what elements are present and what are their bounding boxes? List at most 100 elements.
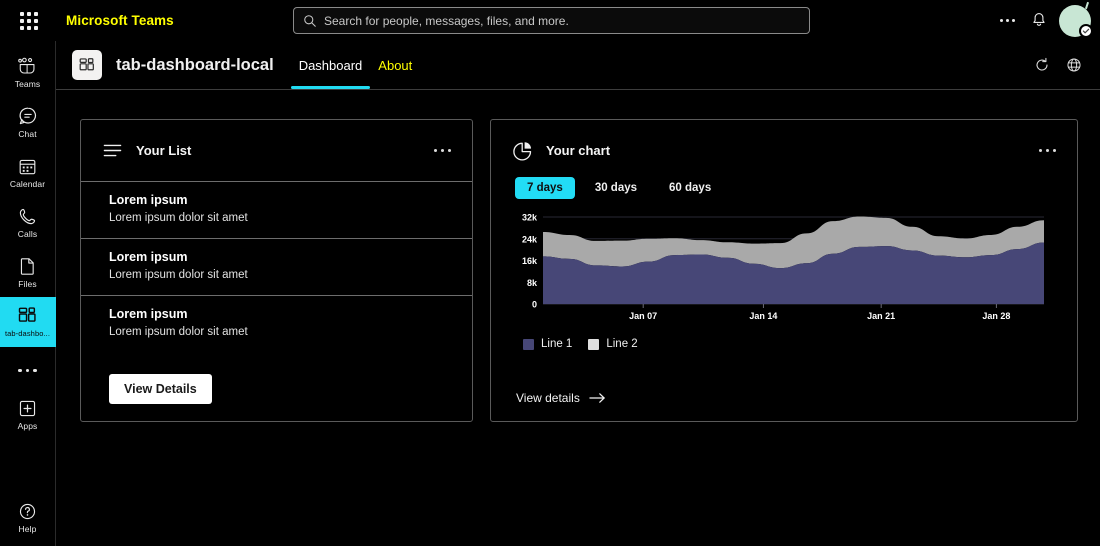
svg-text:Jan 07: Jan 07 (629, 311, 657, 321)
sidebar-item-calendar[interactable]: Calendar (0, 147, 56, 197)
svg-text:8k: 8k (527, 278, 538, 288)
svg-text:32k: 32k (522, 213, 538, 223)
sidebar-item-tab-dashboard-local[interactable]: tab-dashbo... (0, 297, 56, 347)
app-tile-icon (72, 50, 102, 80)
pie-chart-icon (513, 141, 535, 161)
calendar-icon (18, 155, 37, 177)
tab-bar: tab-dashboard-local Dashboard About (56, 41, 1100, 90)
sidebar-more-button[interactable] (0, 347, 56, 389)
tab-list: Dashboard About (290, 41, 421, 89)
left-rail: Teams Chat Calendar Calls Files tab-dash… (0, 41, 56, 546)
top-bar: Microsoft Teams Search for people, messa… (0, 0, 1100, 41)
top-bar-actions (991, 1, 1100, 38)
dashboard-main: Your List Lorem ipsum Lorem ipsum dolor … (56, 90, 1100, 546)
search-box[interactable]: Search for people, messages, files, and … (293, 7, 810, 34)
list-item[interactable]: Lorem ipsum Lorem ipsum dolor sit amet (81, 238, 472, 295)
list-item-title: Lorem ipsum (109, 307, 188, 321)
avatar[interactable] (1059, 1, 1093, 38)
arrow-right-icon (589, 393, 605, 403)
area-chart: 0 8k 16k 24k 32k Jan 07 Jan 14 Jan 21 Jan 28 (515, 211, 1044, 326)
chart-card-title: Your chart (546, 143, 611, 158)
sidebar-item-label: Calendar (9, 179, 46, 189)
body: Teams Chat Calendar Calls Files tab-dash… (0, 41, 1100, 546)
brand-title: Microsoft Teams (66, 13, 174, 28)
avatar-antenna (1084, 1, 1090, 9)
list-item-subtitle: Lorem ipsum dolor sit amet (109, 269, 248, 281)
range-30-days[interactable]: 30 days (583, 177, 649, 199)
calls-icon (18, 205, 37, 227)
chart-card-header: Your chart (491, 120, 1077, 181)
sidebar-item-label: Chat (18, 129, 37, 139)
chart-card-menu-button[interactable] (1037, 143, 1059, 159)
tab-dashboard[interactable]: Dashboard (290, 41, 371, 89)
legend-item-line-2[interactable]: Line 2 (588, 338, 638, 350)
ellipsis-icon (999, 19, 1015, 22)
view-details-link[interactable]: View details (515, 391, 606, 405)
sidebar-item-chat[interactable]: Chat (0, 97, 56, 147)
list-item-title: Lorem ipsum (109, 250, 188, 264)
more-options-button[interactable] (991, 5, 1023, 37)
presence-badge (1079, 23, 1093, 38)
svg-text:16k: 16k (522, 256, 538, 266)
range-7-days[interactable]: 7 days (515, 177, 575, 199)
list-card-header: Your List (81, 120, 472, 181)
ellipsis-icon (16, 359, 39, 377)
sidebar-item-teams[interactable]: Teams (0, 47, 56, 97)
teams-icon (17, 55, 39, 77)
chart-legend: Line 1 Line 2 (515, 338, 1063, 350)
sidebar-item-files[interactable]: Files (0, 247, 56, 297)
search-icon (304, 14, 316, 27)
refresh-button[interactable] (1028, 51, 1056, 79)
search-bar[interactable]: Search for people, messages, files, and … (293, 7, 810, 34)
sidebar-item-calls[interactable]: Calls (0, 197, 56, 247)
list-card-menu-button[interactable] (432, 143, 454, 159)
chart-body: 7 days 30 days 60 days 0 8k 16k 24k 32k Jan 0… (491, 177, 1077, 421)
list-item-title: Lorem ipsum (109, 193, 188, 207)
globe-icon (1067, 58, 1081, 72)
notifications-button[interactable] (1023, 5, 1055, 37)
list-items: Lorem ipsum Lorem ipsum dolor sit amet L… (81, 181, 472, 352)
list-item[interactable]: Lorem ipsum Lorem ipsum dolor sit amet (81, 181, 472, 238)
legend-swatch (588, 338, 600, 350)
content-area: tab-dashboard-local Dashboard About Your… (56, 41, 1100, 546)
list-item-subtitle: Lorem ipsum dolor sit amet (109, 212, 248, 224)
files-icon (19, 255, 36, 277)
list-card-footer: View Details (81, 374, 472, 421)
range-selector: 7 days 30 days 60 days (515, 177, 1063, 199)
view-details-label: View details (516, 391, 580, 405)
svg-text:Jan 14: Jan 14 (749, 311, 777, 321)
globe-button[interactable] (1060, 51, 1088, 79)
list-item[interactable]: Lorem ipsum Lorem ipsum dolor sit amet (81, 295, 472, 352)
check-icon (1082, 28, 1090, 33)
plus-square-icon (18, 397, 37, 419)
your-chart-card: Your chart 7 days 30 days 60 days 0 8k 16k… (490, 119, 1078, 422)
teams-app-window: Microsoft Teams Search for people, messa… (0, 0, 1100, 546)
page-title: tab-dashboard-local (116, 55, 274, 74)
app-tile-icon (17, 305, 38, 327)
svg-text:Jan 21: Jan 21 (867, 311, 895, 321)
range-60-days[interactable]: 60 days (657, 177, 723, 199)
search-input-placeholder: Search for people, messages, files, and … (324, 13, 569, 28)
list-card-title: Your List (136, 143, 192, 158)
area-chart-svg: 0 8k 16k 24k 32k Jan 07 Jan 14 Jan 21 Jan 28 (522, 213, 1044, 321)
list-item-subtitle: Lorem ipsum dolor sit amet (109, 326, 248, 338)
legend-swatch (523, 338, 534, 350)
legend-label: Line 2 (606, 338, 638, 350)
svg-text:24k: 24k (522, 234, 538, 244)
tab-about[interactable]: About (370, 41, 420, 89)
legend-label: Line 1 (541, 338, 573, 350)
legend-item-line-1[interactable]: Line 1 (523, 338, 572, 350)
sidebar-item-label: Files (18, 279, 37, 289)
sidebar-item-apps[interactable]: Apps (0, 389, 56, 439)
sidebar-item-label: tab-dashbo... (4, 329, 51, 338)
tab-bar-actions (1028, 51, 1100, 79)
chat-icon (18, 105, 38, 127)
sidebar-item-label: Help (18, 524, 37, 534)
bell-icon (1033, 13, 1045, 26)
svg-text:0: 0 (532, 300, 537, 310)
sidebar-item-label: Apps (17, 421, 38, 431)
your-list-card: Your List Lorem ipsum Lorem ipsum dolor … (80, 119, 473, 422)
app-grid-icon[interactable] (9, 11, 49, 30)
sidebar-item-help[interactable]: Help (0, 496, 56, 546)
view-details-button[interactable]: View Details (109, 374, 212, 404)
